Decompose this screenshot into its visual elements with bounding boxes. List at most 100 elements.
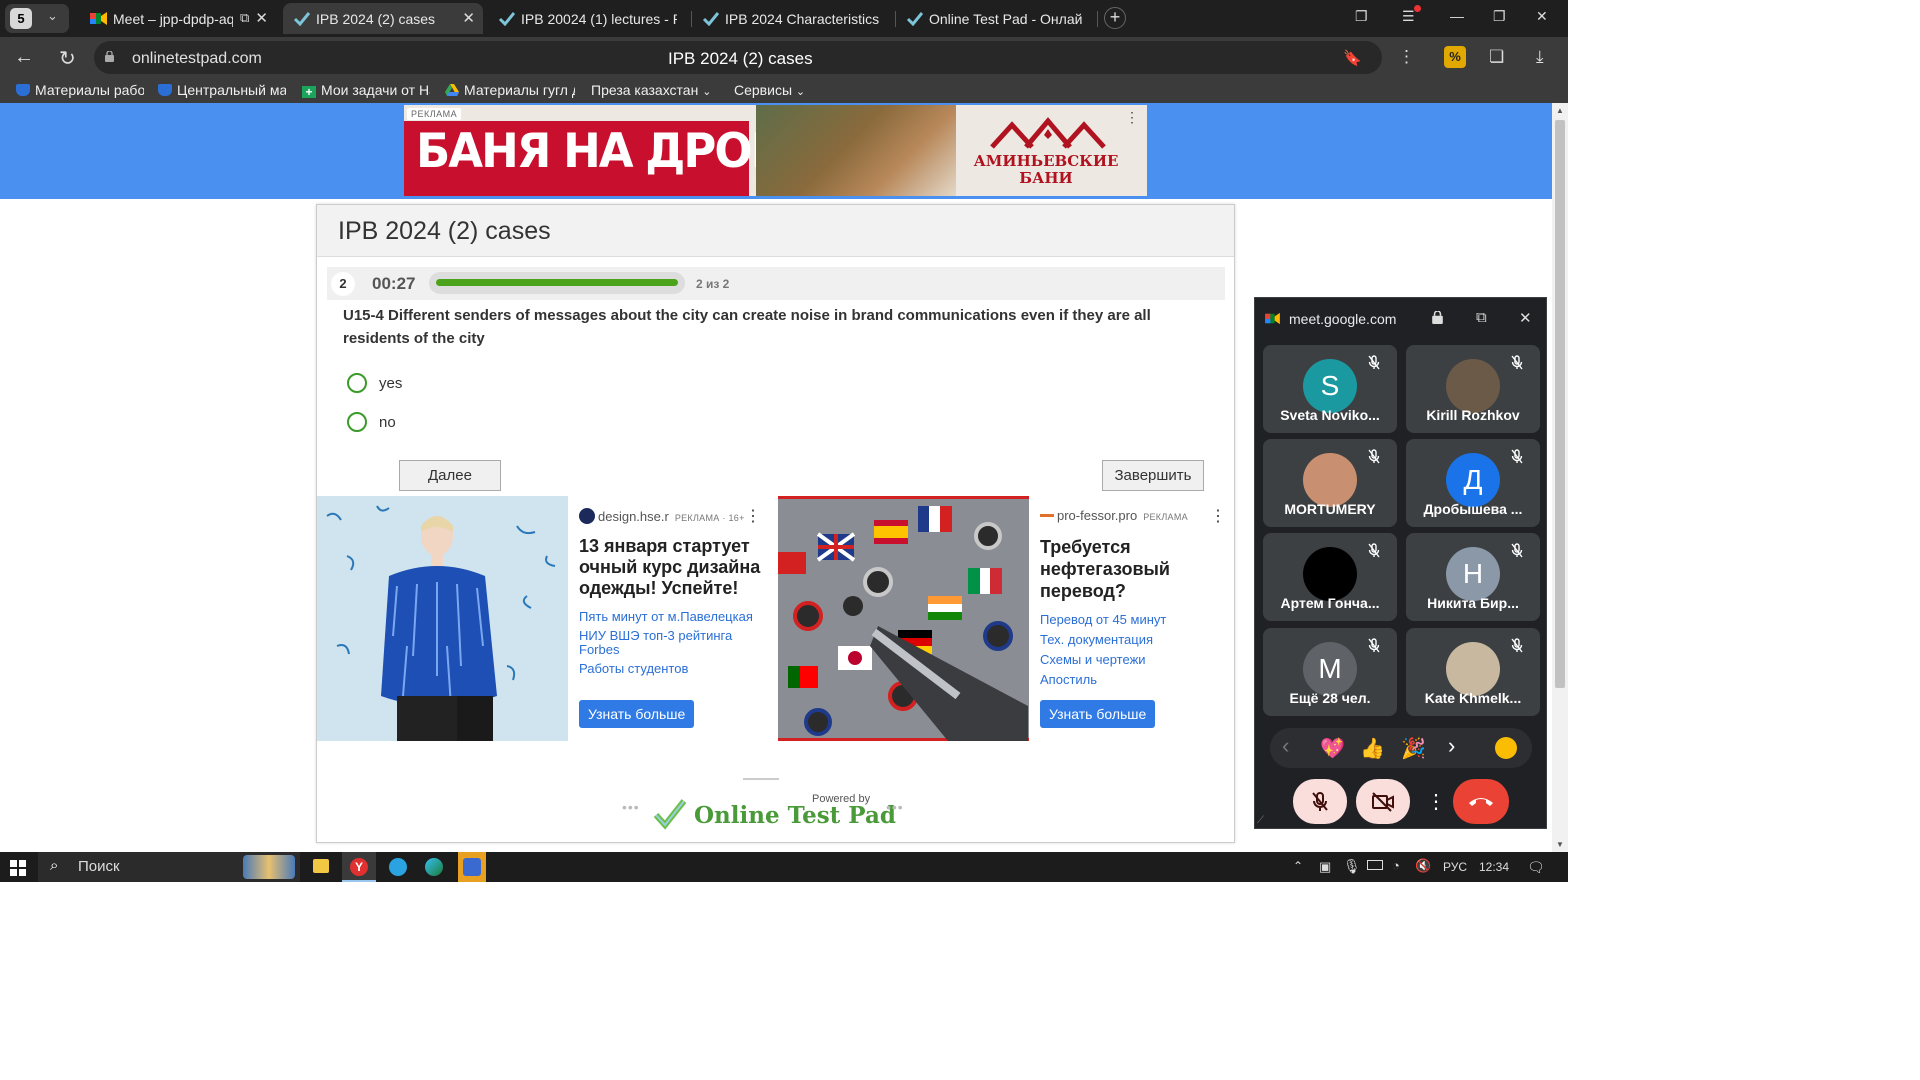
scroll-up-icon[interactable]: ▲ [1556, 106, 1564, 115]
bookmark-folder[interactable]: Сервисы ⌄ [734, 82, 814, 98]
reaction-thumbs-up-button[interactable]: 👍 [1360, 736, 1385, 761]
back-arrow-icon[interactable]: ← [14, 46, 34, 69]
collections-icon[interactable]: ❏ [1489, 47, 1504, 67]
back-to-tab-icon[interactable]: ⧉ [1476, 309, 1487, 326]
more-options-button[interactable]: ⋮ [1422, 779, 1446, 824]
camera-off-button[interactable] [1356, 779, 1410, 824]
device-icon[interactable]: ▣ [1319, 859, 1331, 875]
resize-handle-icon[interactable]: ⟋ [1257, 815, 1264, 826]
ad-line[interactable]: НИУ ВШЭ топ-3 рейтинга Forbes [579, 629, 764, 657]
ad-line[interactable]: Пять минут от м.Павелецкая [579, 610, 764, 624]
more-vert-icon: ⋮ [1426, 791, 1446, 813]
tab-online-test-pad[interactable]: Online Test Pad - Онлайн [896, 3, 1094, 34]
scrollbar-thumb[interactable] [1555, 120, 1565, 688]
answer-option-yes[interactable]: yes [347, 373, 547, 395]
clock[interactable]: 12:34 [1479, 860, 1509, 874]
microphone-icon[interactable]: 🎙 [1343, 858, 1361, 875]
tab-ipb-cases[interactable]: IPB 2024 (2) cases ✕ [283, 3, 483, 34]
participant-tile[interactable]: Н Никита Бир... [1406, 533, 1540, 621]
cloud-icon [158, 84, 172, 96]
tab-meet[interactable]: Meet – jpp-dpdp-aqs ⧉ ✕ [80, 3, 276, 34]
download-icon[interactable]: ⤓ [1536, 47, 1544, 67]
online-test-pad-logo-icon[interactable] [652, 797, 688, 831]
radio-button[interactable] [347, 373, 367, 393]
edge-icon[interactable] [425, 858, 443, 876]
volume-muted-icon[interactable]: 🔇 [1415, 858, 1431, 874]
ad-line[interactable]: Апостиль [1040, 673, 1225, 687]
taskbar-search-box[interactable]: ⌕ Поиск [38, 852, 300, 882]
tab-ipb-characteristics[interactable]: IPB 2024 Characteristics (2 [692, 3, 892, 34]
reload-icon[interactable]: ↻ [59, 46, 76, 71]
bookmark-item[interactable]: + Мои задачи от На [302, 82, 430, 98]
finish-button[interactable]: Завершить [1102, 460, 1204, 491]
participant-tile[interactable]: Kirill Rozhkov [1406, 345, 1540, 433]
app-taskbar-button[interactable] [458, 852, 486, 882]
footer-brand[interactable]: Online Test Pad [694, 802, 896, 829]
discount-extension-icon[interactable]: % [1444, 46, 1466, 68]
telegram-icon[interactable] [389, 858, 407, 876]
bookmark-item[interactable]: Центральный ма [158, 82, 286, 98]
scroll-down-icon[interactable]: ▼ [1556, 840, 1564, 849]
menu-with-notification-icon[interactable]: ☰ [1402, 5, 1421, 25]
participant-tile[interactable]: S Sveta Noviko... [1263, 345, 1397, 433]
participant-name: Sveta Noviko... [1280, 407, 1380, 423]
tab-ipb-lectures[interactable]: IPB 20024 (1) lectures - Pe [488, 3, 688, 34]
bookmark-item[interactable]: Материалы гугл д [445, 82, 575, 98]
learn-more-button[interactable]: Узнать больше [1040, 700, 1156, 728]
ad-line[interactable]: Работы студентов [579, 662, 764, 676]
chevron-up-icon[interactable]: ⌃ [1293, 859, 1303, 873]
radio-button[interactable] [347, 412, 367, 432]
mic-muted-button[interactable] [1293, 779, 1347, 824]
learn-more-button[interactable]: Узнать больше [579, 700, 695, 728]
bookmark-icon[interactable]: 🔖 [1343, 49, 1362, 67]
online-test-pad-icon [702, 12, 719, 26]
next-button[interactable]: Далее [399, 460, 501, 491]
ad-line[interactable]: Схемы и чертежи [1040, 653, 1225, 667]
file-explorer-icon[interactable] [313, 859, 329, 873]
ad-card-design-course[interactable]: design.hse.r РЕКЛАМА · 16+ ⋮ 13 января ст… [317, 496, 778, 741]
participant-tile[interactable]: Д Дробышева ... [1406, 439, 1540, 527]
yandex-browser-taskbar-button[interactable]: Y [342, 852, 376, 882]
bookmark-folder[interactable]: Преза казахстан ⌄ [591, 82, 716, 98]
maximize-icon[interactable]: ❐ [1493, 8, 1506, 25]
close-tab-icon[interactable]: ✕ [255, 9, 268, 27]
top-banner-ad[interactable]: БАНЯ НА ДРОВАХ РЕКЛАМА АМИНЬЕВСКИЕ БАНИ … [404, 105, 1147, 196]
close-window-icon[interactable]: ✕ [1536, 8, 1548, 25]
leave-call-button[interactable] [1453, 779, 1509, 824]
reaction-party-button[interactable]: 🎉 [1401, 736, 1426, 761]
reaction-heart-button[interactable]: 💖 [1320, 736, 1345, 761]
ad-card-translation[interactable]: pro-fessor.pro РЕКЛАМА ⋮ Требуется нефтег… [778, 496, 1234, 741]
more-menu-icon[interactable]: ⋮ [1398, 47, 1415, 67]
chevron-right-icon[interactable]: › [1448, 733, 1455, 759]
tabs-overview-icon[interactable]: ❐ [1355, 8, 1368, 25]
bookmark-item[interactable]: Материалы работ [16, 82, 144, 98]
battery-icon[interactable] [1367, 860, 1383, 870]
wifi-icon[interactable]: ◔ [1392, 858, 1400, 873]
app-icon [463, 858, 481, 876]
ad-line[interactable]: Тех. документация [1040, 633, 1225, 647]
answer-option-no[interactable]: no [347, 412, 547, 434]
tab-counter-button[interactable]: 5 ⌄ [5, 4, 69, 33]
chevron-left-icon[interactable]: ‹ [1282, 733, 1289, 759]
new-tab-button[interactable]: + [1104, 7, 1126, 29]
close-tab-icon[interactable]: ✕ [462, 9, 475, 27]
participant-name: Kate Khmelk... [1424, 690, 1522, 706]
participant-name: Никита Бир... [1427, 595, 1519, 611]
ad-menu-icon[interactable]: ⋮ [1125, 109, 1139, 126]
minimize-icon[interactable]: — [1450, 8, 1464, 24]
participant-tile[interactable]: M Ещё 28 чел. [1263, 628, 1397, 716]
participant-tile[interactable]: Артем Гонча... [1263, 533, 1397, 621]
skin-tone-button[interactable] [1495, 737, 1517, 759]
ad-menu-icon[interactable]: ⋮ [1210, 506, 1226, 526]
ad-line[interactable]: Перевод от 45 минут [1040, 613, 1225, 627]
participant-tile[interactable]: MORTUMERY [1263, 439, 1397, 527]
participant-tile[interactable]: Kate Khmelk... [1406, 628, 1540, 716]
notifications-icon[interactable]: 🗨 [1527, 859, 1545, 876]
windows-start-icon[interactable] [10, 860, 26, 876]
omnibox[interactable]: onlinetestpad.com IPB 2024 (2) cases 🔖 [94, 41, 1382, 74]
ad-menu-icon[interactable]: ⋮ [745, 506, 761, 526]
close-pip-icon[interactable]: ✕ [1519, 309, 1532, 327]
lock-icon [1432, 311, 1443, 324]
page-scrollbar[interactable]: ▲ ▼ [1552, 103, 1568, 852]
input-language[interactable]: РУС [1443, 860, 1467, 874]
